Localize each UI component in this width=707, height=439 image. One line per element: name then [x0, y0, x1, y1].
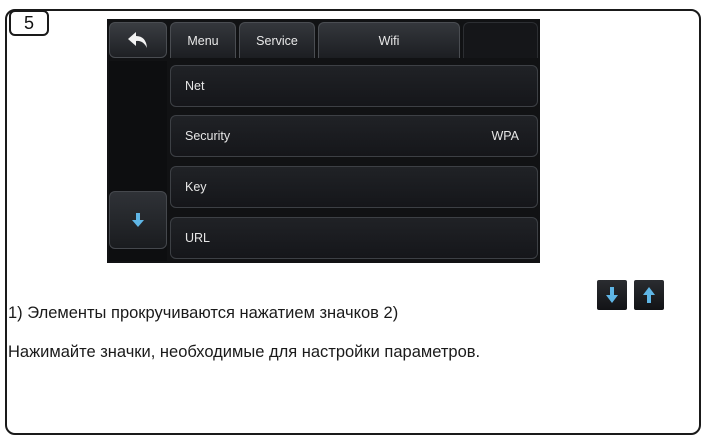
tab-wifi[interactable]: Wifi: [318, 22, 460, 58]
scroll-down-button[interactable]: [109, 191, 167, 249]
legend-up-key: [634, 280, 664, 310]
arrow-down-icon: [132, 213, 144, 227]
caption-line-2: Нажимайте значки, необходимые для настро…: [8, 343, 481, 361]
arrow-up-icon: [643, 287, 655, 303]
row-value: WPA: [491, 129, 519, 143]
device-screen: Menu Service Wifi Net Security WPA Key U…: [107, 19, 540, 263]
arrow-down-icon: [606, 287, 618, 303]
step-number-badge: 5: [9, 10, 49, 36]
row-label: Net: [185, 79, 205, 93]
settings-row-url[interactable]: URL: [170, 217, 538, 259]
legend-down-key: [597, 280, 627, 310]
tab-menu[interactable]: Menu: [170, 22, 236, 58]
caption-line-1: 1) Элементы прокручиваются нажатием знач…: [8, 304, 399, 322]
back-arrow-icon: [128, 32, 147, 48]
settings-row-security[interactable]: Security WPA: [170, 115, 538, 157]
tab-empty-slot: [463, 22, 538, 58]
settings-row-net[interactable]: Net: [170, 65, 538, 107]
back-button[interactable]: [109, 22, 167, 58]
settings-row-key[interactable]: Key: [170, 166, 538, 208]
row-label: Key: [185, 180, 207, 194]
row-label: URL: [185, 231, 211, 245]
row-label: Security: [185, 129, 231, 143]
tab-service[interactable]: Service: [239, 22, 315, 58]
